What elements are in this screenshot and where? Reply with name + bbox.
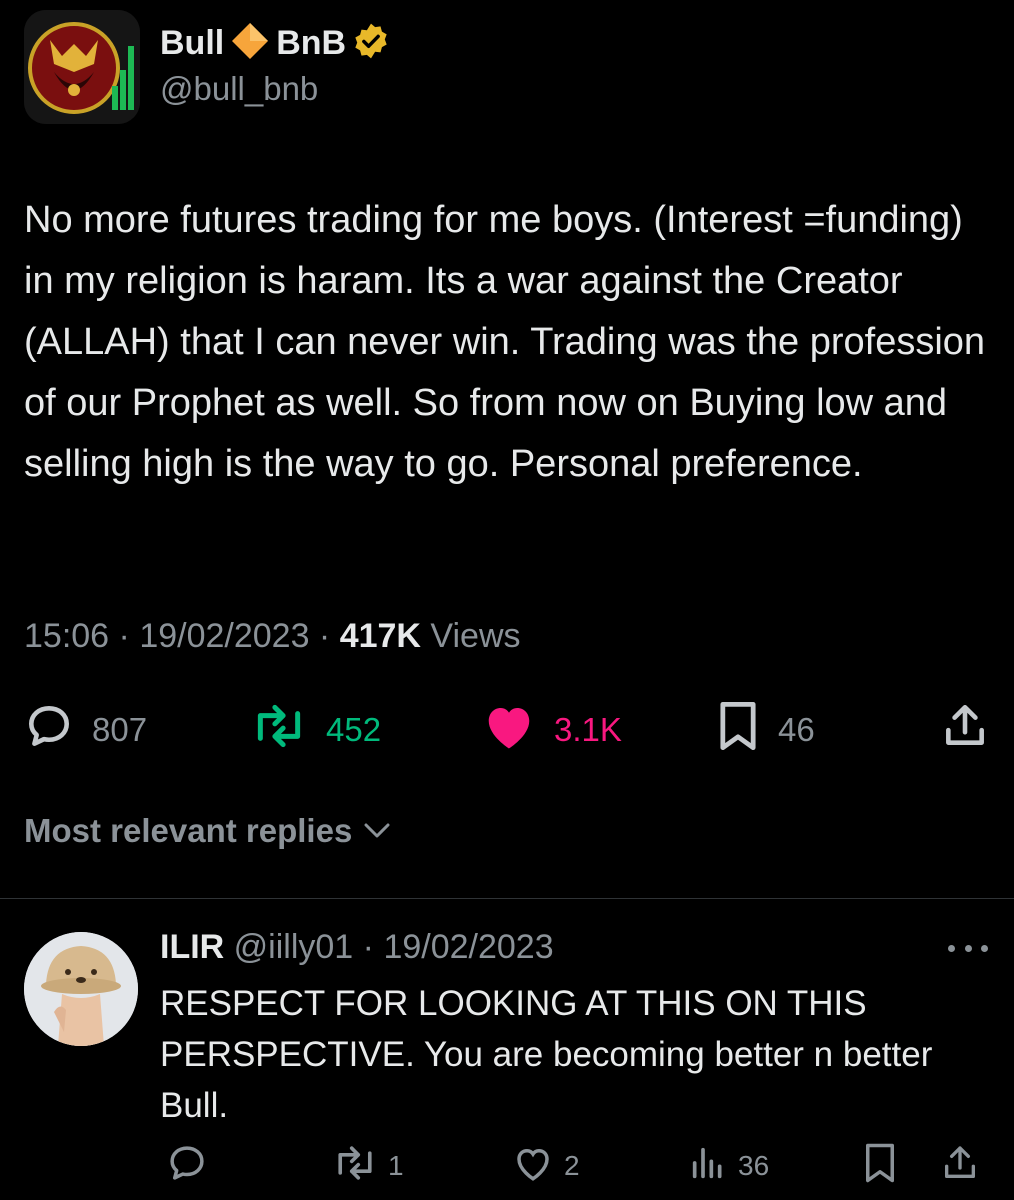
reply-share-button[interactable]: [940, 1140, 980, 1192]
divider: [0, 898, 1014, 899]
share-icon: [940, 1143, 980, 1190]
views-count: 417K: [339, 617, 421, 655]
reply-author-handle[interactable]: @iilly01: [234, 928, 354, 966]
meta-separator: ·: [309, 617, 340, 655]
diamond-icon: [230, 21, 270, 66]
heart-icon: [512, 1143, 554, 1190]
retweet-icon: [250, 701, 308, 759]
heart-icon: [482, 701, 536, 759]
bookmark-button[interactable]: 46: [716, 698, 815, 762]
meta-separator: ·: [109, 617, 140, 655]
verified-badge-icon: [352, 22, 390, 65]
chevron-down-icon: [362, 812, 392, 850]
like-count: 3.1K: [554, 711, 622, 748]
bookmark-count: 46: [778, 711, 815, 748]
author-handle[interactable]: @bull_bnb: [160, 70, 318, 108]
reply-icon: [24, 701, 74, 759]
meta-separator: ·: [353, 928, 384, 966]
reply-author-name[interactable]: ILIR: [160, 928, 224, 966]
reply-header: ILIR @iilly01 · 19/02/2023: [160, 928, 554, 967]
reply-retweet-count: 1: [388, 1150, 404, 1181]
retweet-icon: [332, 1143, 378, 1190]
tweet-actions: 807 452 3.1K 46: [24, 698, 990, 762]
share-icon: [940, 701, 990, 759]
reply-reply-button[interactable]: [166, 1140, 208, 1192]
author-avatar[interactable]: [24, 10, 140, 124]
share-button[interactable]: [940, 698, 990, 762]
reply-like-button[interactable]: 2: [512, 1140, 580, 1192]
bookmark-icon: [862, 1142, 898, 1191]
replies-sort-label: Most relevant replies: [24, 812, 353, 849]
retweet-button[interactable]: 452: [250, 698, 381, 762]
reply-bookmark-button[interactable]: [862, 1140, 898, 1192]
tweet-time[interactable]: 15:06: [24, 617, 109, 655]
like-button[interactable]: 3.1K: [482, 698, 622, 762]
more-dot: [948, 944, 955, 952]
bookmark-icon: [716, 700, 760, 760]
more-dot: [981, 944, 988, 952]
reply-like-count: 2: [564, 1150, 580, 1181]
reply-count: 807: [92, 711, 148, 748]
author-name[interactable]: Bull: [160, 24, 224, 63]
more-icon[interactable]: [948, 938, 988, 958]
views-icon: [688, 1143, 728, 1190]
reply-button[interactable]: 807: [24, 698, 147, 762]
tweet-meta: 15:06 · 19/02/2023 · 417K Views: [24, 617, 521, 656]
reply-actions: 1 2 36: [160, 1140, 990, 1192]
tweet-date[interactable]: 19/02/2023: [139, 617, 309, 655]
views-label: Views: [420, 617, 521, 655]
reply-retweet-button[interactable]: 1: [332, 1140, 404, 1192]
more-dot: [964, 944, 972, 952]
reply-icon: [166, 1142, 208, 1191]
reply-avatar[interactable]: [24, 932, 138, 1046]
reply-views-button[interactable]: 36: [688, 1140, 769, 1192]
replies-sort-dropdown[interactable]: Most relevant replies: [24, 812, 392, 850]
retweet-count: 452: [326, 711, 382, 748]
reply-text: RESPECT FOR LOOKING AT THIS ON THIS PERS…: [160, 984, 933, 1125]
author-name-row[interactable]: Bull BnB: [160, 22, 390, 64]
tweet-text: No more futures trading for me boys. (In…: [24, 199, 986, 485]
author-name-suffix[interactable]: BnB: [276, 24, 346, 63]
reply-views-count: 36: [738, 1150, 770, 1181]
reply-date[interactable]: 19/02/2023: [383, 928, 553, 966]
